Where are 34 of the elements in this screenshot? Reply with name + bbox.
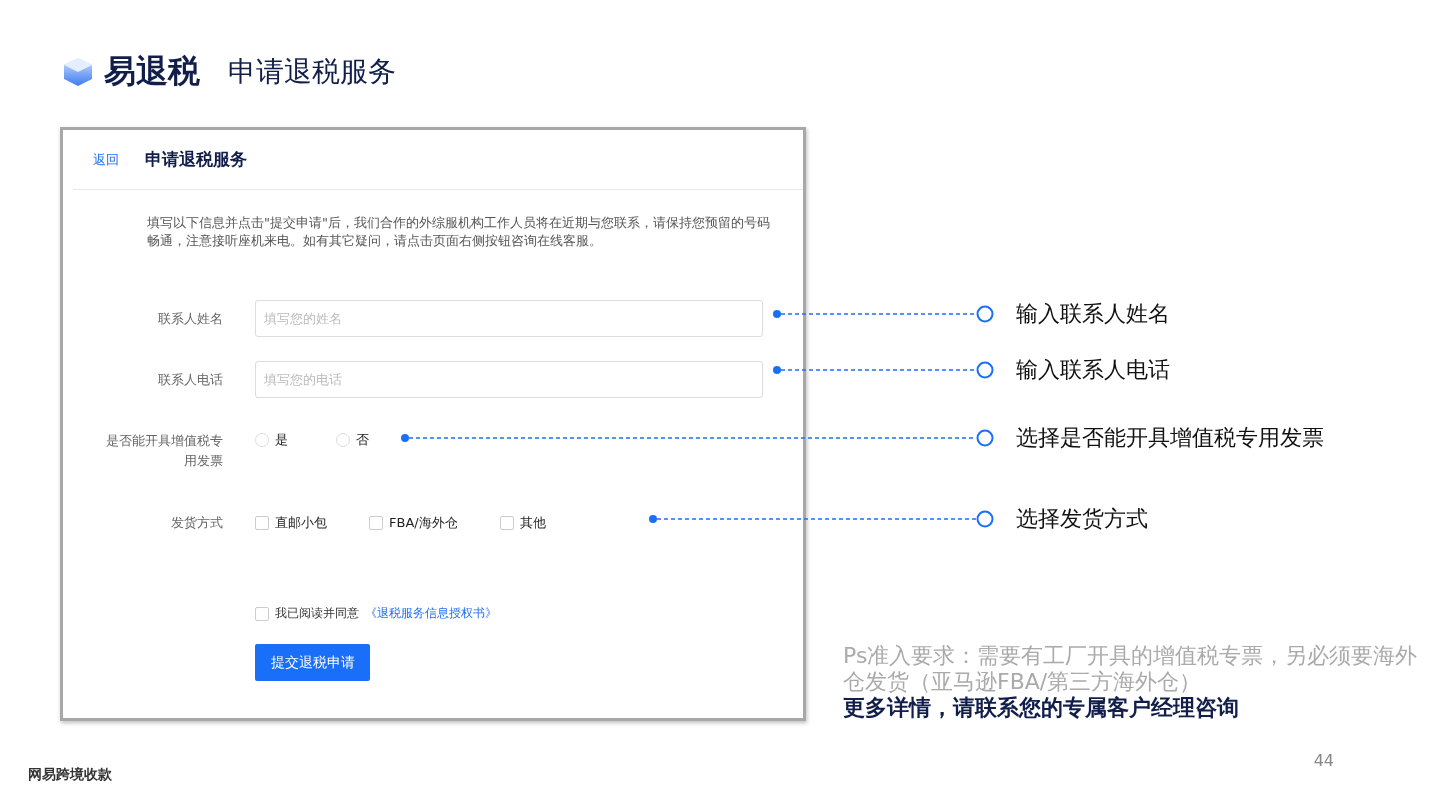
checkbox[interactable] (369, 516, 383, 530)
field-label: 联系人电话 (157, 370, 223, 389)
radio-icon[interactable] (255, 433, 269, 447)
checkbox[interactable] (255, 516, 269, 530)
text-field[interactable]: 填写您的电话 (255, 361, 763, 398)
back-link[interactable]: 返回 (93, 150, 119, 169)
radio-option[interactable]: 是 (255, 431, 288, 449)
checkbox[interactable] (255, 606, 269, 621)
callout-label: 输入联系人姓名 (1016, 300, 1170, 328)
agreement-text: 我已阅读并同意 (275, 605, 359, 622)
text-field[interactable]: 填写您的姓名 (255, 300, 763, 337)
checkbox-option[interactable]: 其他 (499, 514, 546, 532)
callout-label: 输入联系人电话 (1016, 356, 1170, 384)
note-emphasis: 更多详情，请联系您的专属客户经理咨询 (843, 695, 1240, 721)
callout-label: 选择是否能开具增值税专用发票 (1016, 424, 1324, 452)
footer-brand: 网易跨境收款 (28, 766, 112, 784)
checkbox-option[interactable]: FBA/海外仓 (369, 514, 458, 532)
radio-icon[interactable] (336, 433, 350, 447)
field-label: 发货方式 (170, 514, 223, 532)
submit-button[interactable]: 提交退税申请 (255, 644, 370, 681)
brand-name: 易退税 (104, 51, 200, 92)
field-label: 联系人姓名 (157, 309, 223, 328)
page-number: 44 (1313, 751, 1334, 770)
checkbox[interactable] (499, 516, 514, 530)
note-text: Ps准入要求：需要有工厂开具的增值税专票，另必须要海外仓发货（亚马逊FBA/第三方海外仓） (843, 643, 1419, 695)
intro-text: 填写以下信息并点击"提交申请"后，我们合作的外综服机构工作人员将在近期与您联系，请保持您预留的号码畅通，注意接听座机来电。如有其它疑问，请点击页面右侧按钮咨询在线客服。 (147, 214, 771, 250)
cube-logo-icon (62, 56, 94, 88)
radio-option[interactable]: 否 (336, 431, 369, 449)
checkbox-option[interactable]: 直邮小包 (255, 514, 327, 532)
slide-title: 申请退税服务 (228, 54, 396, 90)
callout-label: 选择发货方式 (1016, 505, 1148, 533)
field-label: 是否能开具增值税专用发票 (105, 432, 223, 470)
agreement-link[interactable]: 《退税服务信息授权书》 (365, 605, 497, 622)
form-title: 申请退税服务 (145, 148, 247, 171)
